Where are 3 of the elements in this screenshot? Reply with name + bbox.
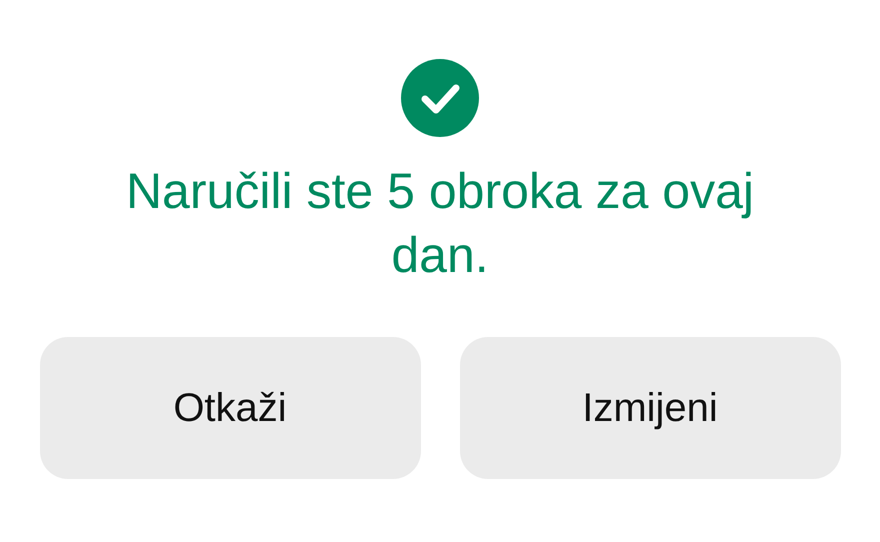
dialog-button[interactable]: Izmijeni [460,337,840,479]
dialog-button[interactable]: Otkaži [40,337,420,479]
confirmation-message: Naručili ste 5 obroka za ovaj dan. [124,162,756,285]
